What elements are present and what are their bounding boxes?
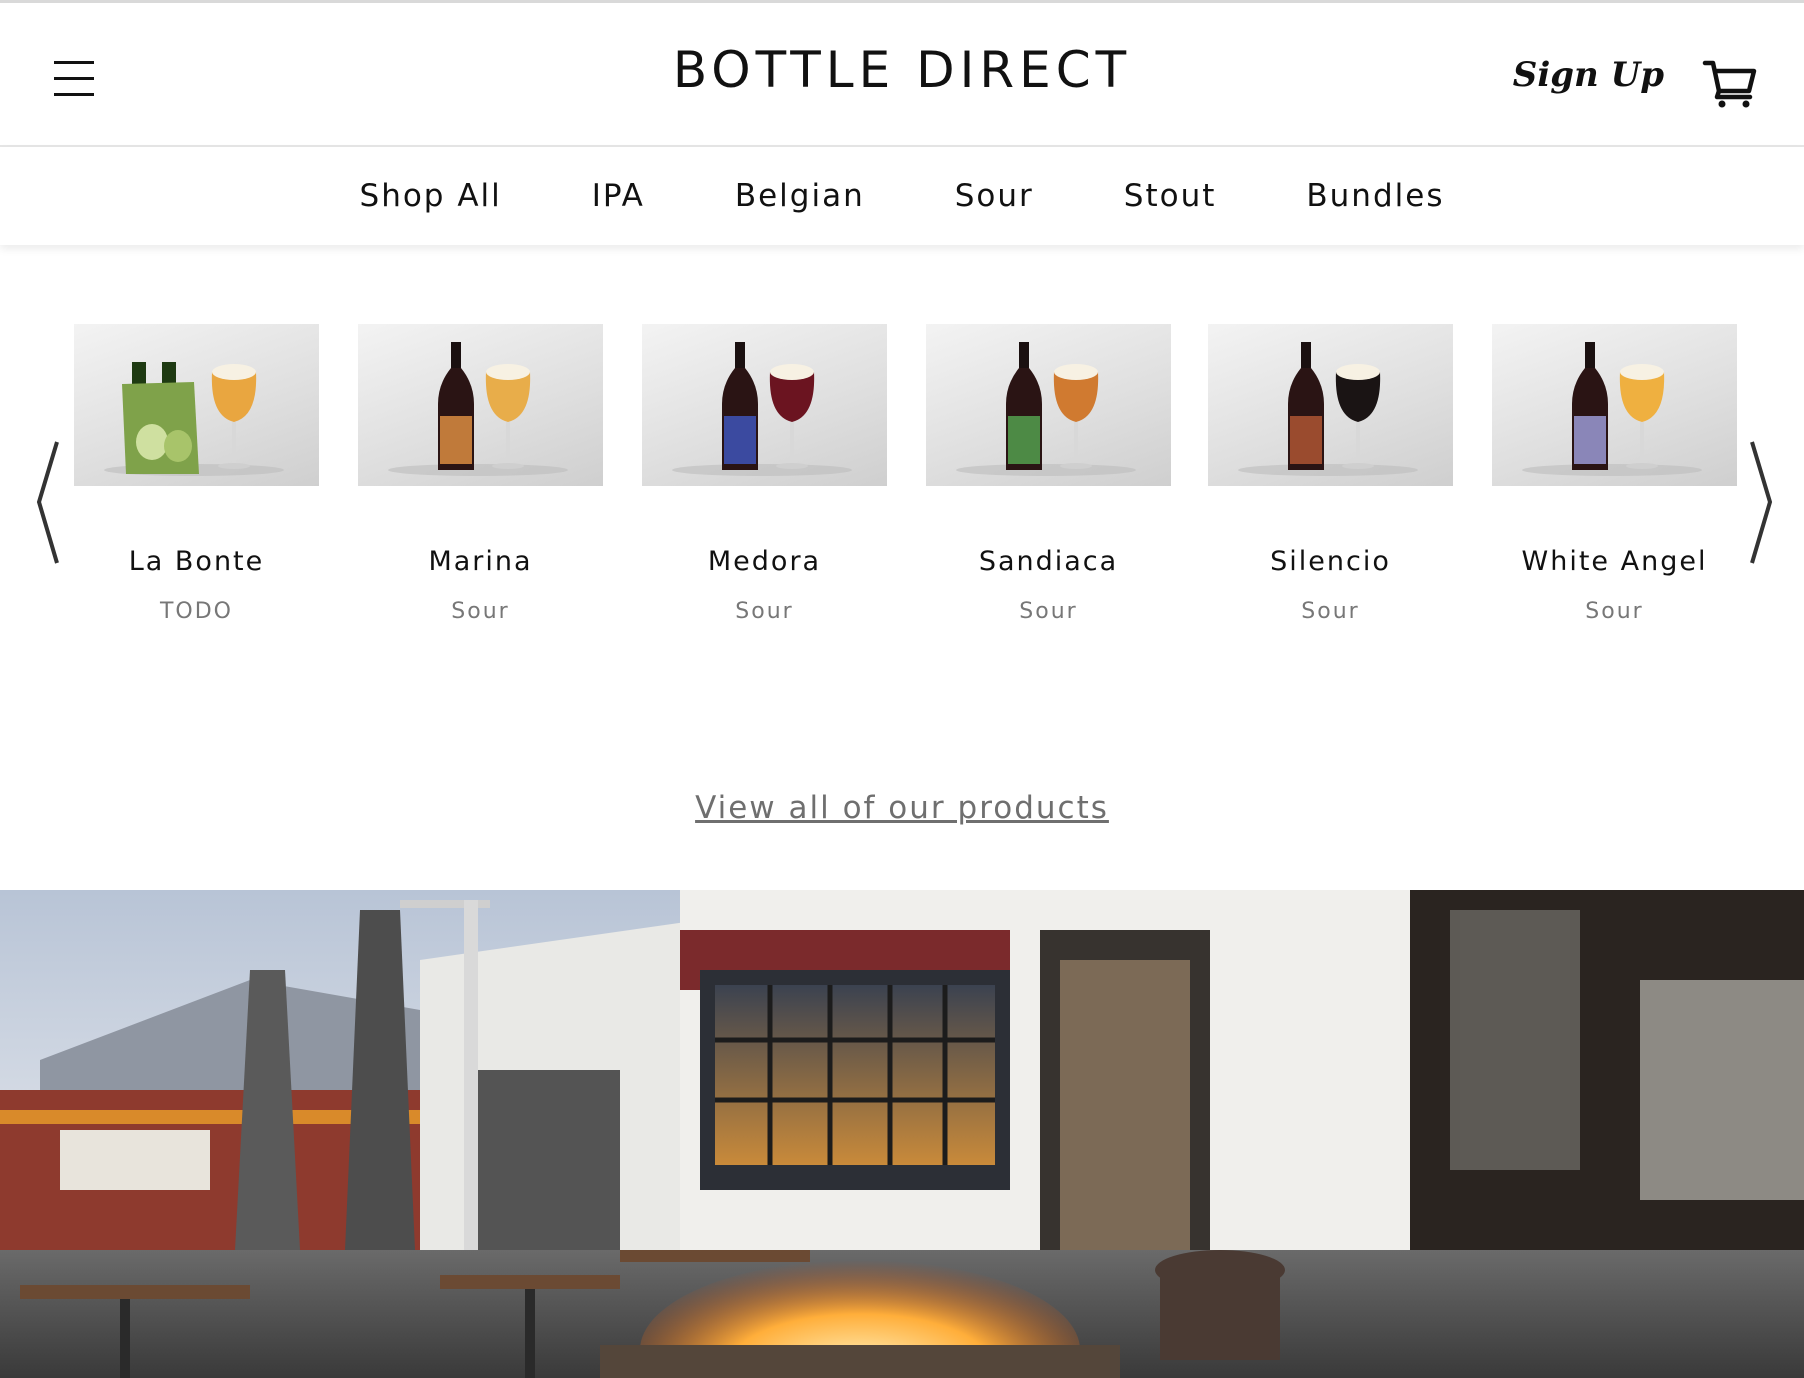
patio-hero-photo bbox=[0, 890, 1804, 1378]
bottle-label bbox=[724, 416, 756, 464]
bottle-neck bbox=[451, 342, 461, 368]
category-bundles[interactable]: Bundles bbox=[1306, 178, 1444, 214]
product-carousel: La Bonte TODO Marina Sour Medora Sour Sa… bbox=[0, 245, 1804, 665]
category-belgian[interactable]: Belgian bbox=[735, 178, 865, 214]
bottle-neck bbox=[1301, 342, 1311, 368]
bottle-label bbox=[1290, 416, 1322, 464]
bottle-label bbox=[1574, 416, 1606, 464]
view-all-products-link[interactable]: View all of our products bbox=[695, 790, 1109, 826]
product-style: Sour bbox=[1301, 599, 1360, 624]
sign-up-link[interactable]: Sign Up bbox=[1513, 55, 1664, 95]
product-style: Sour bbox=[1019, 599, 1078, 624]
view-all-section: View all of our products bbox=[0, 790, 1804, 826]
product-card[interactable]: Medora Sour bbox=[642, 324, 887, 624]
product-name: Sandiaca bbox=[978, 546, 1119, 577]
product-card[interactable]: Sandiaca Sour bbox=[926, 324, 1171, 624]
product-name: Medora bbox=[707, 546, 822, 577]
product-card[interactable]: Marina Sour bbox=[358, 324, 603, 624]
chevron-right-icon[interactable] bbox=[1746, 440, 1776, 565]
site-header: BOTTLE DIRECT Sign Up bbox=[0, 3, 1804, 147]
product-style: TODO bbox=[159, 599, 233, 624]
bottle-neck bbox=[735, 342, 745, 368]
product-image bbox=[642, 324, 887, 486]
product-card[interactable]: Silencio Sour bbox=[1208, 324, 1453, 624]
product-image bbox=[358, 324, 603, 486]
category-sour[interactable]: Sour bbox=[955, 178, 1034, 214]
product-name: Marina bbox=[428, 546, 533, 577]
bottle-neck bbox=[1585, 342, 1595, 368]
product-name: Silencio bbox=[1270, 546, 1391, 577]
product-image bbox=[1492, 324, 1737, 486]
product-image bbox=[74, 324, 319, 486]
category-ipa[interactable]: IPA bbox=[592, 178, 645, 214]
product-name: White Angel bbox=[1521, 546, 1708, 577]
product-image bbox=[926, 324, 1171, 486]
product-style: Sour bbox=[735, 599, 794, 624]
category-nav: Shop All IPA Belgian Sour Stout Bundles bbox=[0, 147, 1804, 245]
product-card[interactable]: White Angel Sour bbox=[1492, 324, 1737, 624]
bottle-neck bbox=[1019, 342, 1029, 368]
product-name: La Bonte bbox=[128, 546, 265, 577]
category-stout[interactable]: Stout bbox=[1124, 178, 1217, 214]
bottle-label bbox=[440, 416, 472, 464]
product-card[interactable]: La Bonte TODO bbox=[74, 324, 319, 624]
product-style: Sour bbox=[1585, 599, 1644, 624]
cart-icon[interactable] bbox=[1702, 57, 1758, 109]
product-image bbox=[1208, 324, 1453, 486]
category-shop-all[interactable]: Shop All bbox=[360, 178, 502, 214]
chevron-left-icon[interactable] bbox=[33, 440, 63, 565]
product-style: Sour bbox=[451, 599, 510, 624]
bottle-label bbox=[1008, 416, 1040, 464]
